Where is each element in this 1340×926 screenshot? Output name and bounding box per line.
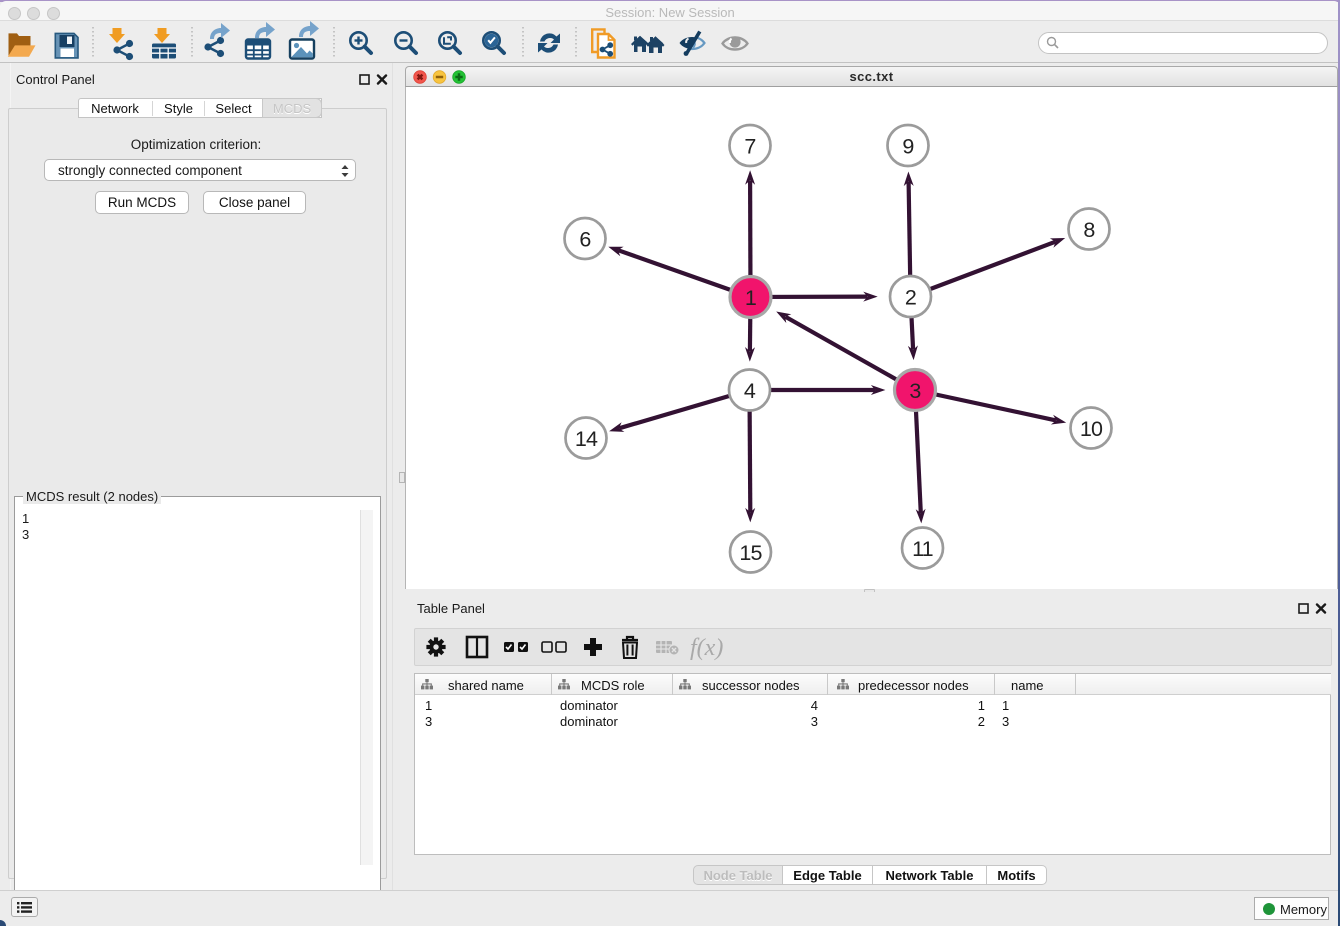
svg-text:7: 7	[744, 135, 755, 159]
svg-text:11: 11	[912, 537, 933, 561]
svg-text:6: 6	[579, 228, 591, 252]
svg-text:9: 9	[902, 135, 913, 159]
svg-text:1: 1	[745, 286, 756, 310]
svg-text:f(x): f(x)	[690, 635, 723, 661]
svg-text:15: 15	[739, 541, 762, 565]
svg-text:3: 3	[909, 379, 921, 403]
svg-text:4: 4	[744, 379, 756, 403]
svg-text:10: 10	[1080, 417, 1103, 441]
svg-text:2: 2	[905, 286, 916, 310]
svg-text:14: 14	[575, 427, 598, 451]
svg-text:8: 8	[1083, 218, 1095, 242]
